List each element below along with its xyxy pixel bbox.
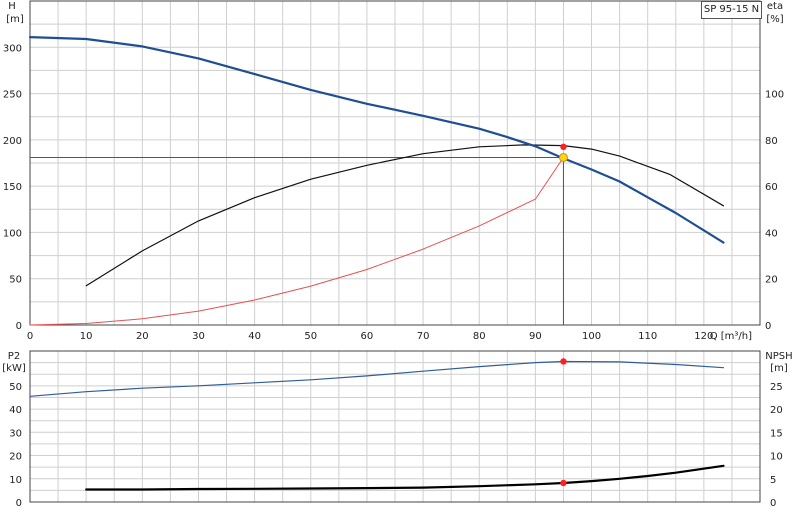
pump-model-label: SP 95-15 N	[701, 1, 762, 19]
tick-label-eta: 0	[765, 321, 771, 332]
efficiency-curve	[85, 144, 725, 287]
tick-label-q: 110	[638, 331, 657, 342]
tick-label-q: 10	[80, 331, 93, 342]
tick-label-h: 100	[3, 228, 22, 239]
tick-label-npsh: 0	[770, 498, 776, 509]
tick-label-p2: 10	[9, 475, 22, 486]
tick-label-h: 300	[3, 43, 22, 54]
pump-curve-page: H [m] eta [%] P2 [kW] NPSH [m] Q [m³/h] 0 50 100 150…	[0, 0, 800, 520]
tick-label-q: 50	[304, 331, 317, 342]
tick-label-q: 60	[361, 331, 374, 342]
tick-label-q: 70	[417, 331, 430, 342]
tick-label-npsh: 10	[770, 452, 783, 463]
duty-point-efficiency	[560, 143, 567, 150]
tick-label-npsh: 20	[770, 405, 783, 416]
tick-label-eta: 100	[765, 90, 784, 101]
tick-label-h: 50	[9, 275, 22, 286]
tick-label-p2: 0	[16, 498, 22, 509]
tick-label-h: 250	[3, 90, 22, 101]
pump-performance-chart: H[m]eta[%]P2[kW]NPSH[m]Q [m³/h]050100150…	[2, 0, 793, 509]
tick-label-p2: 20	[9, 452, 22, 463]
tick-label-npsh: 15	[770, 428, 783, 439]
system-curve	[29, 156, 564, 326]
tick-label-npsh: 25	[770, 382, 783, 393]
duty-point-p2	[560, 358, 567, 365]
tick-label-q: 40	[248, 331, 261, 342]
npsh-curve	[85, 464, 725, 491]
tick-label-h: 200	[3, 136, 22, 147]
axis-title-npsh: NPSH	[765, 351, 792, 362]
tick-label-q: 0	[27, 331, 33, 342]
tick-label-h: 0	[16, 321, 22, 332]
axis-title-eta: eta	[767, 1, 783, 12]
tick-label-eta: 60	[765, 182, 778, 193]
tick-label-q: 90	[529, 331, 542, 342]
tick-label-p2: 50	[9, 382, 22, 393]
tick-label-npsh: 5	[770, 475, 776, 486]
tick-label-q: 120	[694, 331, 713, 342]
tick-label-eta: 20	[765, 275, 778, 286]
axis-title-p2: P2	[8, 351, 20, 362]
tick-label-q: 100	[582, 331, 601, 342]
tick-label-p2: 30	[9, 428, 22, 439]
axis-unit-npsh: [m]	[770, 363, 788, 374]
tick-label-q: 80	[473, 331, 486, 342]
tick-label-q: 20	[136, 331, 149, 342]
axis-unit-p2: [kW]	[2, 363, 26, 374]
tick-label-p2: 40	[9, 405, 22, 416]
axis-title-q: Q [m³/h]	[710, 331, 752, 342]
duty-point-head	[558, 152, 568, 162]
tick-label-eta: 40	[765, 228, 778, 239]
tick-label-h: 150	[3, 182, 22, 193]
axis-unit-eta: [%]	[766, 14, 783, 25]
axis-title-h: H	[8, 1, 16, 12]
duty-point-npsh	[560, 479, 567, 487]
tick-label-eta: 80	[765, 136, 778, 147]
axis-unit-h: [m]	[6, 14, 24, 25]
tick-label-q: 30	[192, 331, 205, 342]
